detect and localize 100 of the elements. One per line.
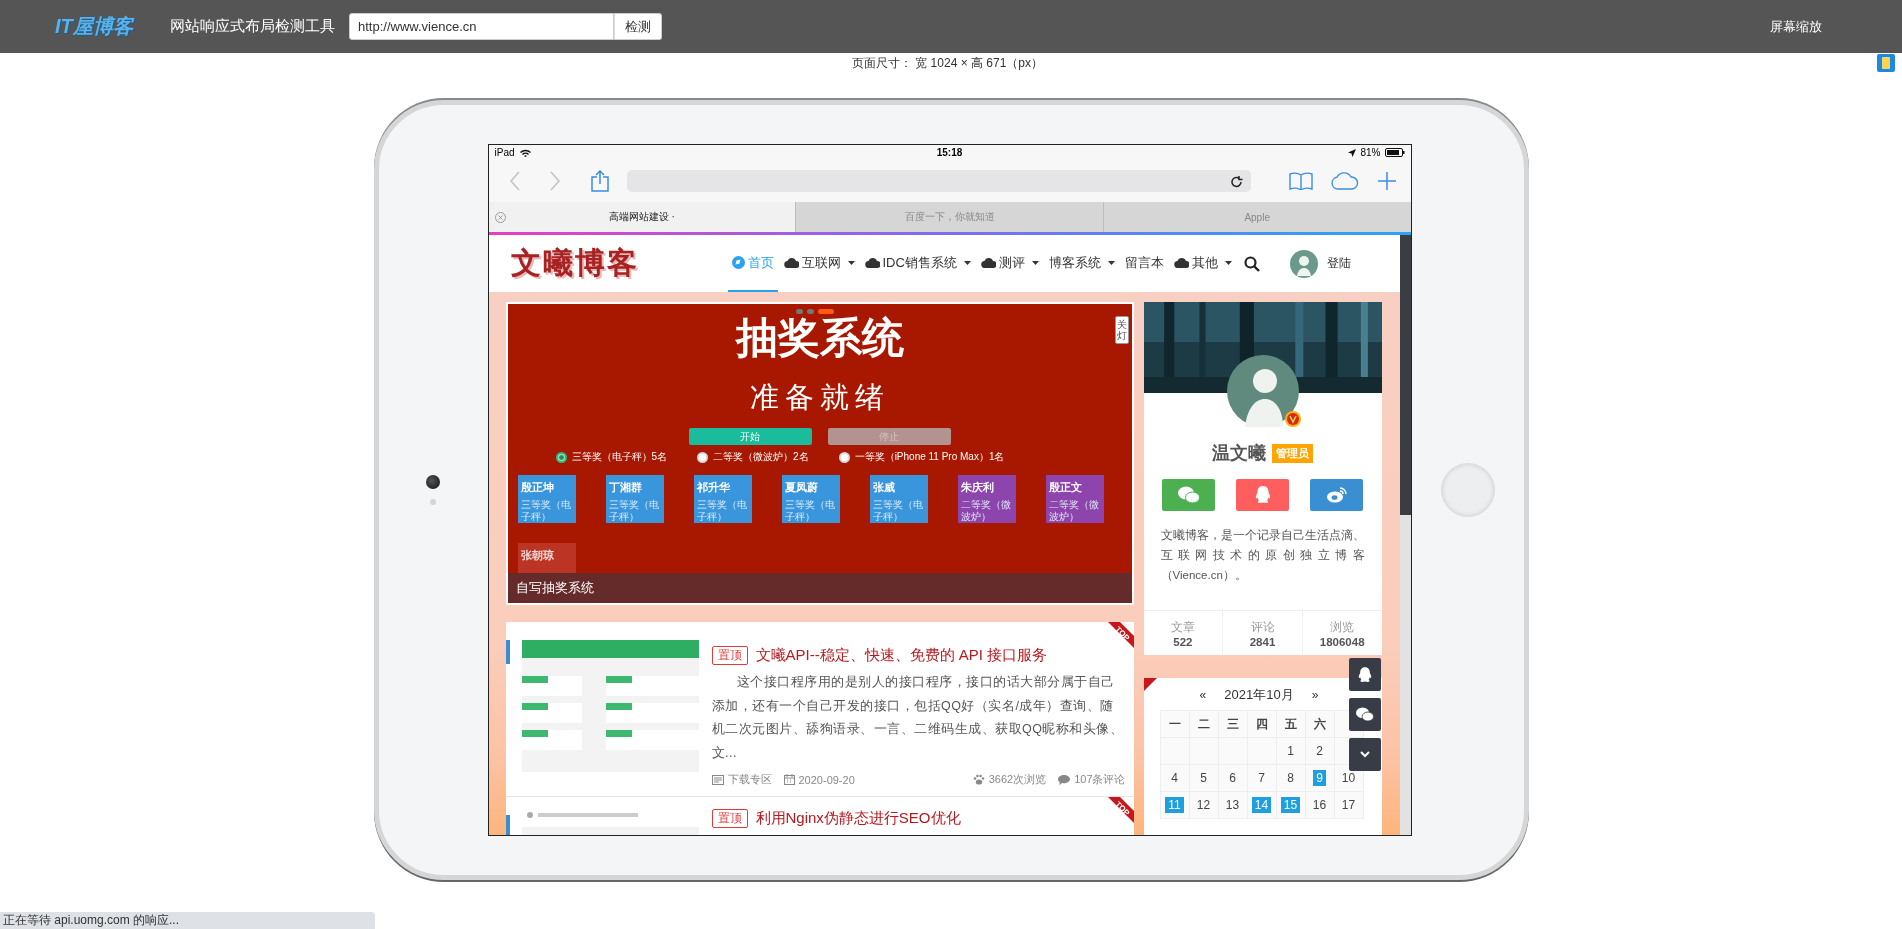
winner-prize: 三等奖（电子秤） [872, 499, 924, 523]
qq-icon [1357, 666, 1372, 683]
calendar-day[interactable]: 2 [1313, 743, 1326, 759]
calendar-day[interactable]: 13 [1222, 797, 1243, 813]
winner-name: 朱庆利 [960, 480, 995, 495]
clock: 15:18 [936, 147, 963, 158]
winner-name: 祁升华 [696, 480, 731, 495]
view-count: 3662次浏览 [988, 772, 1047, 787]
share-icon[interactable] [590, 170, 609, 192]
stat-value: 2841 [1249, 635, 1276, 648]
nav-link[interactable]: 测评 [976, 235, 1043, 292]
winner-name: 张威 [872, 480, 896, 495]
previous-month-link[interactable]: « [1199, 688, 1207, 702]
comment-icon [1058, 774, 1071, 785]
home-icon [731, 256, 745, 269]
calendar-day[interactable]: 1 [1284, 743, 1297, 759]
post-date: 2020-09-20 [798, 773, 855, 786]
radio-button[interactable] [697, 451, 709, 463]
cloud-icon [980, 257, 996, 268]
accent-bar [505, 815, 510, 835]
winner-name: 张朝琼 [520, 548, 555, 563]
winner-name: 殷正文 [1048, 480, 1083, 495]
calendar-day[interactable]: 7 [1255, 770, 1268, 786]
weibo-icon [1326, 487, 1347, 503]
stat-value: 1806048 [1319, 635, 1365, 648]
stat-label: 浏览 [1330, 618, 1355, 636]
scroll-down-button[interactable] [1348, 738, 1381, 771]
winner-name: 夏凤蔚 [784, 480, 819, 495]
avatar[interactable] [1289, 249, 1318, 278]
radio-button[interactable] [838, 451, 850, 463]
winner-prize: 二等奖（微波炉） [1048, 499, 1100, 523]
role-badge: 管理员 [1272, 443, 1313, 463]
browser-tab[interactable]: 高端网站建设 · [488, 202, 796, 232]
profile-name: 温文曦 [1212, 442, 1266, 465]
nav-link[interactable]: 其他 [1169, 235, 1236, 292]
post-title[interactable]: 利用Nginx伪静态进行SEO优化 [755, 809, 961, 828]
stat-label: 评论 [1250, 618, 1275, 636]
reload-icon[interactable] [1230, 174, 1243, 188]
calendar-day[interactable]: 12 [1193, 797, 1214, 813]
forward-icon[interactable] [548, 171, 561, 191]
chevron-down-icon [1359, 751, 1370, 758]
weekday-label: 五 [1276, 711, 1306, 738]
winner-prize: 三等奖（电子秤） [520, 499, 572, 523]
winner-name: 丁湘群 [608, 480, 643, 495]
qq-button[interactable] [1348, 658, 1381, 691]
wechat-icon [1355, 707, 1374, 722]
login-link[interactable]: 登陆 [1326, 255, 1351, 272]
post-title[interactable]: 文曦API--稳定、快速、免费的 API 接口服务 [755, 646, 1048, 665]
scrollbar[interactable] [1399, 235, 1411, 835]
qq-icon [1254, 486, 1271, 504]
category-link[interactable]: 下载专区 [727, 772, 772, 787]
weekday-label: 一 [1160, 711, 1190, 738]
weekday-label: 六 [1305, 711, 1335, 738]
page-size-text: 页面尺寸： 宽 1024 × 高 671（px） [851, 54, 1044, 72]
camera-icon [426, 475, 440, 489]
cloud-icon [1173, 257, 1189, 268]
calendar-day[interactable]: 17 [1338, 797, 1359, 813]
close-icon[interactable] [494, 211, 506, 223]
calendar-title: 2021年10月 [1224, 686, 1294, 704]
winner-prize: 二等奖（微波炉） [960, 499, 1012, 523]
next-month-link[interactable]: » [1311, 688, 1319, 702]
nav-link[interactable]: 博客系统 [1044, 235, 1119, 292]
check-button[interactable]: 检测 [614, 13, 662, 40]
cloud-icon [783, 257, 799, 268]
corner-mark [1143, 678, 1157, 691]
cloud-icon[interactable] [1330, 172, 1359, 190]
battery-percent: 81% [1360, 147, 1381, 158]
calendar-day[interactable]: 5 [1197, 770, 1210, 786]
nav-link[interactable]: 互联网 [779, 235, 859, 292]
extension-icon[interactable] [1877, 54, 1895, 72]
calendar-day[interactable]: 4 [1168, 770, 1181, 786]
zoom-link[interactable]: 屏幕缩放 [1770, 17, 1822, 36]
weekday-label: 三 [1218, 711, 1248, 738]
weekday-label: 四 [1247, 711, 1277, 738]
calendar-day[interactable]: 8 [1284, 770, 1297, 786]
calendar-icon [783, 774, 795, 785]
weibo-button[interactable] [1310, 479, 1363, 511]
address-field[interactable] [626, 170, 1251, 192]
wechat-button[interactable] [1348, 698, 1381, 731]
bookmarks-icon[interactable] [1288, 172, 1313, 190]
accent-bar [505, 640, 510, 664]
battery-icon [1384, 148, 1405, 157]
calendar-day[interactable]: 6 [1226, 770, 1239, 786]
nav-link[interactable]: 留言本 [1120, 235, 1168, 292]
tool-title: 网站响应式布局检测工具 [170, 17, 335, 36]
plus-icon[interactable] [1376, 171, 1397, 191]
site-logo[interactable]: 文曦博客 [510, 243, 671, 284]
status-text: 正在等待 api.uomg.com 的响应... [0, 912, 375, 929]
calendar-day[interactable]: 10 [1338, 770, 1359, 786]
nav-link[interactable]: IDC销售系统 [860, 235, 975, 292]
stat-label: 文章 [1170, 618, 1195, 636]
weekday-label: 二 [1189, 711, 1219, 738]
url-field[interactable]: http://www.vience.cn [349, 13, 614, 40]
banner-caption: 自写抽奖系统 [507, 573, 1132, 603]
radio-button[interactable] [555, 451, 567, 463]
calendar-day[interactable]: 16 [1309, 797, 1330, 813]
winner-prize: 三等奖（电子秤） [696, 499, 748, 523]
search-icon[interactable] [1243, 255, 1260, 272]
back-icon[interactable] [508, 171, 521, 191]
wechat-icon [1177, 486, 1200, 504]
